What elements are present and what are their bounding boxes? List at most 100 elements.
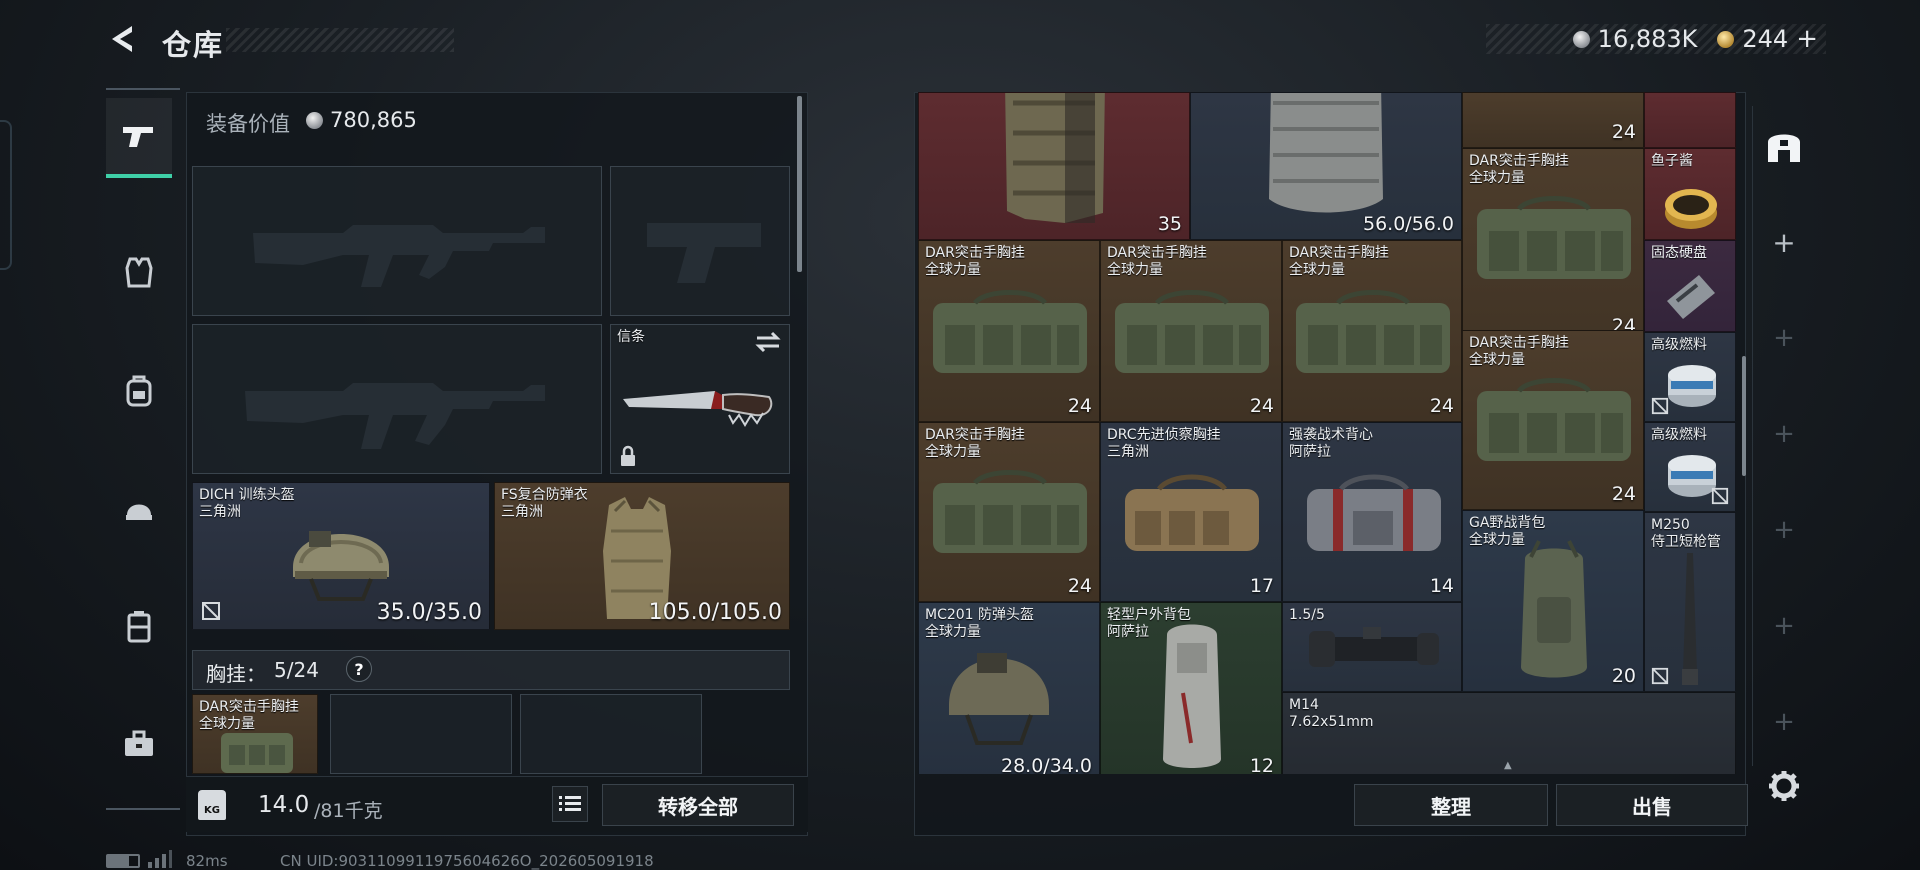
item-image (1521, 540, 1587, 678)
add-stash-button[interactable]: + (1762, 412, 1806, 456)
sell-button[interactable]: 出售 (1556, 784, 1748, 826)
armor-slot[interactable]: FS复合防弹衣 三角洲 105.0/105.0 (494, 482, 790, 630)
list-view-button[interactable] (552, 786, 588, 822)
coin-icon (306, 112, 323, 129)
rig-capacity: 5/24 (274, 658, 319, 682)
melee-slot[interactable]: 信条 (610, 324, 790, 474)
item-badge: 24 (1250, 395, 1274, 417)
rig-item-image (221, 733, 293, 773)
plus-icon: + (1772, 225, 1796, 259)
pistol-silhouette-icon (647, 223, 761, 283)
inventory-item[interactable]: 高级燃料 (1644, 422, 1736, 512)
item-name: DAR突击手胸挂 (1107, 245, 1207, 261)
inventory-item[interactable]: 高级燃料 (1644, 332, 1736, 422)
loadout-scrollbar[interactable] (797, 96, 802, 272)
item-origin: 侍卫短枪管 (1651, 534, 1721, 550)
nav-backpack[interactable] (106, 350, 172, 430)
inventory-item[interactable]: DAR突击手胸挂 全球力量 24 (1100, 240, 1282, 422)
swap-icon[interactable] (755, 331, 781, 353)
currency-amount: 16,883K (1597, 25, 1698, 53)
nav-vest[interactable] (106, 232, 172, 312)
item-image (1163, 624, 1221, 768)
add-stash-button[interactable]: + (1762, 508, 1806, 552)
item-image (949, 653, 1049, 745)
item-badge-text: 20 (1611, 665, 1636, 687)
side-nav-frame (106, 88, 180, 810)
inventory-item[interactable]: 24 (1462, 92, 1644, 148)
item-name: DAR突击手胸挂 (1469, 335, 1569, 351)
nav-weapons[interactable] (106, 98, 172, 178)
inventory-item[interactable]: DAR突击手胸挂 全球力量 24 (1282, 240, 1462, 422)
item-badge-text: 35 (1157, 213, 1182, 235)
rig-item-slot[interactable]: DAR突击手胸挂 全球力量 (192, 694, 318, 774)
helmet-slot[interactable]: DICH 训练头盔 三角洲 35.0/35.0 (192, 482, 490, 630)
inventory-item[interactable]: 56.0/56.0 (1190, 92, 1462, 240)
transfer-all-button[interactable]: 转移全部 (602, 784, 794, 826)
item-label: DAR突击手胸挂 全球力量 (1289, 245, 1389, 279)
item-image (1296, 290, 1450, 373)
inventory-item[interactable]: 1.5/5 (1282, 602, 1462, 692)
stash-scrollbar[interactable] (1742, 356, 1746, 476)
item-label: M14 7.62x51mm (1289, 697, 1374, 731)
nav-case[interactable] (106, 586, 172, 666)
item-badge-text: 14 (1429, 575, 1454, 597)
inventory-item[interactable]: DAR突击手胸挂 全球力量 24 (918, 240, 1100, 422)
item-image (1477, 378, 1631, 461)
rig-help-button[interactable]: ? (346, 656, 372, 682)
secondary-weapon-slot[interactable] (192, 324, 602, 474)
primary-weapon-slot[interactable] (192, 166, 602, 316)
weight-icon-text: KG (204, 805, 220, 816)
rig-item-name: DAR突击手胸挂 (199, 699, 299, 715)
tab-shelter[interactable] (1758, 120, 1810, 172)
item-origin: 全球力量 (1107, 262, 1163, 278)
helmet-image (293, 531, 389, 601)
inventory-item[interactable]: 轻型户外背包 阿萨拉 12 (1100, 602, 1282, 774)
organize-button[interactable]: 整理 (1354, 784, 1548, 826)
inventory-item[interactable]: 强袭战术背心 阿萨拉 14 (1282, 422, 1462, 602)
list-icon (559, 796, 581, 811)
inventory-item[interactable]: DAR突击手胸挂 全球力量 24 (1462, 330, 1644, 510)
inventory-item[interactable]: MC201 防弹头盔 全球力量 28.0/34.0 (918, 602, 1100, 774)
item-badge-text: 56.0/56.0 (1362, 213, 1454, 235)
title-underline-stripe (226, 28, 454, 52)
item-badge: 24 (1612, 483, 1636, 505)
add-stash-button[interactable]: + (1762, 316, 1806, 360)
item-badge: 24 (1068, 575, 1092, 597)
weight-value: 14.0 (258, 792, 310, 818)
vest-icon (125, 257, 153, 288)
equip-value-label: 装备价值 (206, 112, 290, 136)
nav-helmet[interactable] (106, 468, 172, 548)
back-button[interactable] (106, 22, 148, 62)
pistol-slot[interactable] (610, 166, 790, 316)
item-badge: 24 (1068, 395, 1092, 417)
rig-empty-slot[interactable] (330, 694, 512, 774)
item-origin: 7.62x51mm (1289, 714, 1374, 730)
item-name: DAR突击手胸挂 (925, 245, 1025, 261)
toolbox-icon (125, 730, 153, 756)
item-name: M14 (1289, 697, 1319, 713)
inventory-item[interactable] (1644, 92, 1736, 148)
item-label: M250 侍卫短枪管 (1651, 517, 1721, 551)
nav-toolbox[interactable] (106, 704, 172, 784)
weight-max: /81千克 (314, 800, 383, 822)
item-name: GA野战背包 (1469, 515, 1546, 531)
inventory-item[interactable]: 35 (918, 92, 1190, 240)
armor-name: FS复合防弹衣 (501, 487, 588, 503)
inventory-item[interactable]: DAR突击手胸挂 全球力量 24 (918, 422, 1100, 602)
gear-icon (1769, 771, 1799, 801)
add-stash-button[interactable]: + (1762, 220, 1806, 264)
item-image (933, 470, 1087, 553)
add-stash-button[interactable]: + (1762, 700, 1806, 744)
inventory-item[interactable]: M250 侍卫短枪管 (1644, 512, 1736, 692)
item-image (1005, 93, 1105, 223)
knife-image (623, 391, 773, 427)
inventory-item[interactable]: GA野战背包 全球力量 20 (1462, 510, 1644, 692)
inventory-item[interactable]: 固态硬盘 (1644, 240, 1736, 332)
inventory-item[interactable]: DRC先进侦察胸挂 三角洲 17 (1100, 422, 1282, 602)
inventory-item[interactable]: 鱼子酱 (1644, 148, 1736, 240)
add-stash-button[interactable]: + (1762, 604, 1806, 648)
add-token-button[interactable]: + (1796, 24, 1818, 54)
plus-icon: + (1773, 515, 1795, 545)
settings-button[interactable] (1762, 764, 1806, 808)
rig-empty-slot[interactable] (520, 694, 702, 774)
